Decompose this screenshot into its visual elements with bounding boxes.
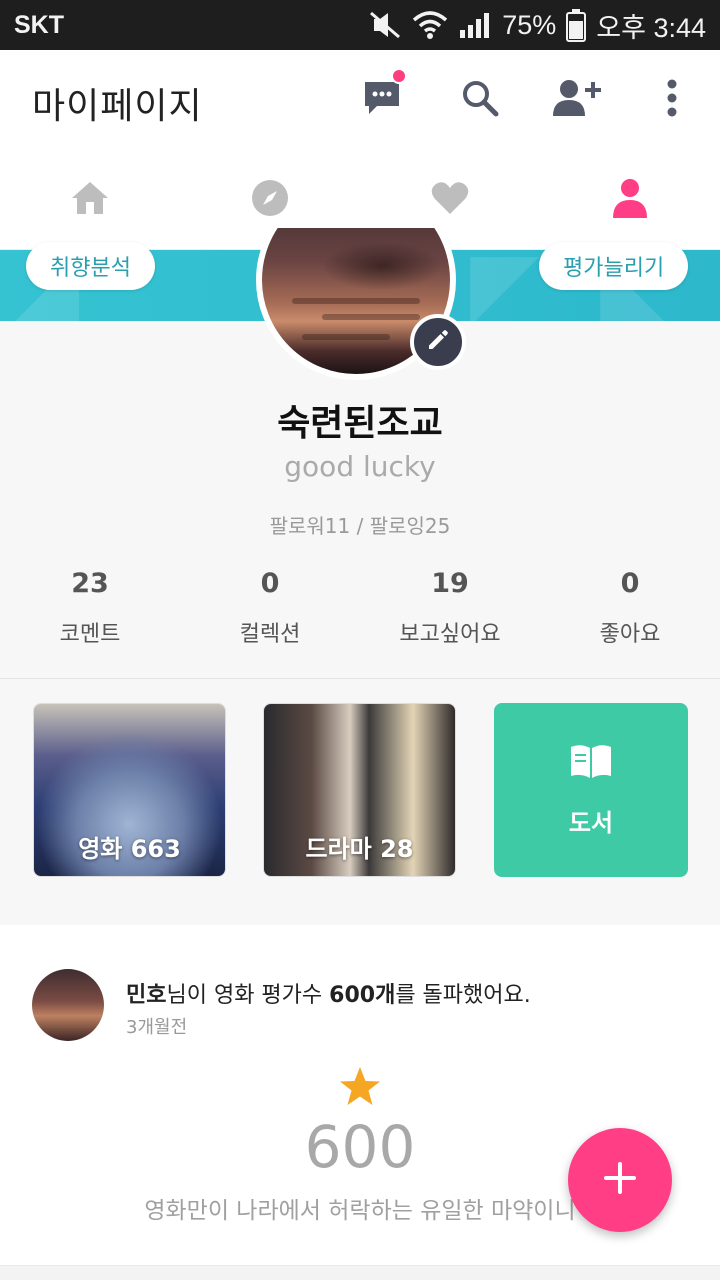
pencil-icon bbox=[426, 328, 450, 356]
profile-name: 숙련된조교 bbox=[277, 403, 443, 444]
stat-value: 0 bbox=[620, 568, 640, 599]
status-bar: SKT 75% 오후 3:44 bbox=[0, 0, 720, 50]
add-fab-button[interactable] bbox=[568, 1128, 672, 1232]
mute-icon bbox=[368, 10, 402, 40]
more-vert-icon bbox=[666, 78, 678, 122]
category-label: 영화 663 bbox=[78, 835, 181, 863]
add-friend-button[interactable] bbox=[550, 74, 602, 126]
stat-value: 19 bbox=[431, 568, 469, 599]
carrier-label: SKT bbox=[14, 11, 64, 39]
battery-icon bbox=[566, 8, 587, 42]
category-label: 도서 bbox=[568, 808, 614, 837]
feed-message: 민호님이 영화 평가수 600개를 돌파했어요. bbox=[126, 977, 531, 1009]
chat-icon bbox=[361, 78, 403, 122]
avatar-cloud bbox=[302, 334, 390, 340]
banner-decoration: ◤ bbox=[470, 250, 540, 321]
feed-time: 3개월전 bbox=[126, 1017, 188, 1038]
chat-button[interactable] bbox=[356, 68, 408, 126]
feed-user[interactable]: 민호 bbox=[126, 983, 166, 1008]
follow-counts[interactable]: 팔로워11 / 팔로잉25 bbox=[0, 510, 720, 539]
divider bbox=[0, 678, 720, 679]
star-icon bbox=[338, 1065, 382, 1109]
stat-likes[interactable]: 0 좋아요 bbox=[540, 568, 720, 658]
tab-explore[interactable] bbox=[240, 178, 300, 222]
feed-text: 님이 영화 평가수 bbox=[166, 983, 330, 1008]
tab-profile[interactable] bbox=[600, 178, 660, 222]
feed-avatar[interactable] bbox=[32, 969, 104, 1041]
stat-label: 좋아요 bbox=[599, 622, 661, 647]
feed-count: 600개 bbox=[329, 983, 396, 1008]
category-card-movie[interactable]: 영화 663 bbox=[33, 703, 226, 877]
stat-value: 23 bbox=[71, 568, 109, 599]
search-icon bbox=[460, 78, 500, 122]
profile-bio: good lucky bbox=[284, 450, 436, 483]
stat-collections[interactable]: 0 컬렉션 bbox=[180, 568, 360, 658]
category-cards: 영화 663 드라마 28 도서 bbox=[33, 703, 693, 877]
edit-profile-button[interactable] bbox=[410, 314, 466, 370]
feed-text-end: 를 돌파했어요. bbox=[395, 983, 531, 1008]
app-bar: 마이페이지 bbox=[0, 50, 720, 150]
stat-value: 0 bbox=[260, 568, 280, 599]
avatar-cloud bbox=[292, 298, 420, 304]
avatar-cloud bbox=[322, 314, 420, 320]
category-label: 드라마 28 bbox=[305, 835, 414, 863]
book-icon bbox=[569, 743, 613, 785]
stat-wishlist[interactable]: 19 보고싶어요 bbox=[360, 568, 540, 658]
stat-label: 보고싶어요 bbox=[399, 622, 501, 647]
clock: 오후 3:44 bbox=[596, 12, 706, 43]
wifi-icon bbox=[412, 10, 448, 40]
tab-favorites[interactable] bbox=[420, 178, 480, 222]
category-card-book[interactable]: 도서 bbox=[494, 703, 688, 877]
category-card-drama[interactable]: 드라마 28 bbox=[263, 703, 456, 877]
more-button[interactable] bbox=[646, 74, 698, 126]
stats-row: 23 코멘트 0 컬렉션 19 보고싶어요 0 좋아요 bbox=[0, 568, 720, 658]
search-button[interactable] bbox=[454, 74, 506, 126]
plus-icon bbox=[603, 1161, 637, 1199]
notification-dot bbox=[391, 68, 407, 84]
stat-label: 코멘트 bbox=[59, 622, 121, 647]
taste-analysis-button[interactable]: 취향분석 bbox=[26, 242, 155, 290]
page-title: 마이페이지 bbox=[32, 86, 203, 127]
rate-more-button[interactable]: 평가늘리기 bbox=[539, 242, 689, 290]
compass-icon bbox=[251, 179, 289, 221]
bottom-divider bbox=[0, 1265, 720, 1280]
person-icon bbox=[611, 178, 649, 222]
heart-icon bbox=[430, 180, 470, 220]
stat-label: 컬렉션 bbox=[239, 622, 301, 647]
stat-comments[interactable]: 23 코멘트 bbox=[0, 568, 180, 658]
tab-home[interactable] bbox=[60, 178, 120, 222]
add-friend-icon bbox=[551, 78, 601, 122]
signal-icon bbox=[458, 10, 492, 40]
home-icon bbox=[70, 180, 110, 220]
battery-percent: 75% bbox=[502, 9, 557, 40]
